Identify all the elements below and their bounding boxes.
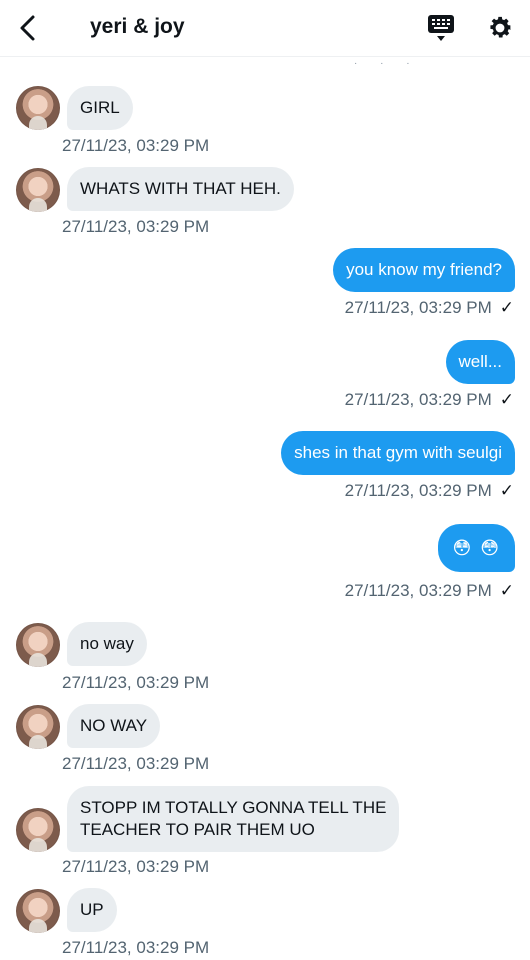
message-bubble-outgoing[interactable]: you know my friend? xyxy=(333,248,515,292)
message-bubble-incoming[interactable]: UP xyxy=(67,888,117,932)
timestamp-text: 27/11/23, 03:29 PM xyxy=(344,390,492,409)
overflow-dots: · · · xyxy=(354,58,420,69)
message-bubble-outgoing[interactable]: 😳 😳 xyxy=(438,524,515,572)
chat-title: yeri & joy xyxy=(90,15,185,38)
avatar[interactable] xyxy=(16,808,60,852)
timestamp-text: 27/11/23, 03:29 PM xyxy=(344,298,492,317)
message-timestamp: 27/11/23, 03:29 PM ✓ xyxy=(345,581,514,601)
avatar[interactable] xyxy=(16,86,60,130)
avatar[interactable] xyxy=(16,168,60,212)
message-bubble-incoming[interactable]: NO WAY xyxy=(67,704,161,748)
sent-check-icon: ✓ xyxy=(499,481,514,500)
message-timestamp: 27/11/23, 03:29 PM ✓ xyxy=(345,298,514,318)
message-bubble-outgoing[interactable]: well... xyxy=(445,340,515,384)
timestamp-text: 27/11/23, 03:29 PM xyxy=(344,581,492,600)
chat-header: yeri & joy xyxy=(0,0,530,57)
message-bubble-incoming[interactable]: WHATS WITH THAT HEH. xyxy=(67,167,294,211)
message-timestamp: 27/11/23, 03:29 PM xyxy=(62,857,210,876)
message-bubble-outgoing[interactable]: shes in that gym with seulgi xyxy=(281,431,515,475)
avatar[interactable] xyxy=(16,889,60,933)
message-timestamp: 27/11/23, 03:29 PM xyxy=(62,754,210,773)
timestamp-text: 27/11/23, 03:29 PM xyxy=(344,481,492,500)
message-timestamp: 27/11/23, 03:29 PM xyxy=(62,136,210,155)
avatar[interactable] xyxy=(16,705,60,749)
message-timestamp: 27/11/23, 03:29 PM ✓ xyxy=(345,390,514,410)
avatar[interactable] xyxy=(16,623,60,667)
message-bubble-incoming[interactable]: no way xyxy=(67,622,147,666)
message-bubble-incoming[interactable]: STOPP IM TOTALLY GONNA TELL THE TEACHER … xyxy=(67,786,400,852)
sent-check-icon: ✓ xyxy=(499,390,514,409)
message-bubble-incoming[interactable]: GIRL xyxy=(67,86,133,130)
message-timestamp: 27/11/23, 03:29 PM xyxy=(62,217,210,236)
gear-icon[interactable] xyxy=(486,14,514,42)
message-timestamp: 27/11/23, 03:29 PM xyxy=(62,938,210,957)
sent-check-icon: ✓ xyxy=(499,298,514,317)
sent-check-icon: ✓ xyxy=(499,581,514,600)
chevron-left-icon[interactable] xyxy=(14,12,44,44)
message-timestamp: 27/11/23, 03:29 PM ✓ xyxy=(345,481,514,501)
keyboard-icon[interactable] xyxy=(427,13,455,43)
message-timestamp: 27/11/23, 03:29 PM xyxy=(62,673,210,692)
